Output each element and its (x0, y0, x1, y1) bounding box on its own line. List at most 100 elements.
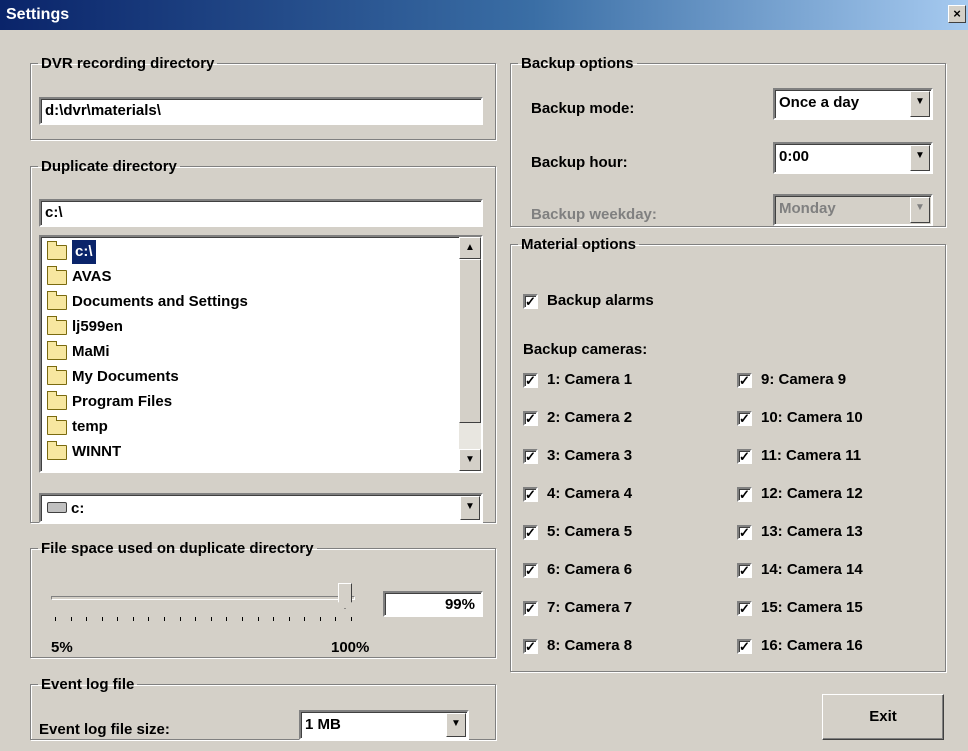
tree-item[interactable]: WINNT (47, 440, 121, 464)
tree-item[interactable]: Documents and Settings (47, 290, 248, 314)
slider-max-label: 100% (331, 639, 370, 656)
camera-checkbox[interactable]: ✓ (523, 373, 538, 388)
tree-scrollbar[interactable]: ▲ ▼ (459, 237, 481, 471)
slider-tick (289, 617, 290, 621)
chevron-down-icon: ▼ (915, 150, 925, 161)
event-log-dropdown-button[interactable]: ▼ (446, 713, 466, 737)
backup-mode-dropdown-button[interactable]: ▼ (910, 91, 930, 117)
open-folder-icon (47, 240, 67, 260)
camera-label: 7: Camera 7 (547, 599, 633, 616)
backup-mode-label: Backup mode: (531, 100, 635, 117)
camera-checkbox[interactable]: ✓ (737, 373, 752, 388)
dvr-recording-group: DVR recording directory d:\dvr\materials… (30, 55, 496, 140)
slider-tick (320, 617, 321, 621)
material-options-legend: Material options (521, 236, 637, 253)
slider-tick (258, 617, 259, 621)
camera-checkbox[interactable]: ✓ (737, 449, 752, 464)
camera-label: 10: Camera 10 (761, 409, 863, 426)
slider-thumb[interactable] (338, 583, 352, 609)
check-icon: ✓ (525, 639, 536, 654)
camera-checkbox[interactable]: ✓ (523, 563, 538, 578)
backup-options-group: Backup options Backup mode: Once a day ▼… (510, 55, 946, 227)
camera-label: 1: Camera 1 (547, 371, 633, 388)
close-button[interactable]: × (948, 5, 966, 23)
camera-label: 5: Camera 5 (547, 523, 633, 540)
slider-tick (117, 617, 118, 621)
folder-icon (47, 415, 67, 435)
tree-item[interactable]: temp (47, 415, 108, 439)
backup-options-legend: Backup options (521, 55, 634, 72)
backup-alarms-label: Backup alarms (547, 292, 654, 309)
file-space-group: File space used on duplicate directory 5… (30, 540, 496, 658)
backup-hour-label: Backup hour: (531, 154, 628, 171)
exit-button[interactable]: Exit (822, 694, 944, 740)
chevron-down-icon: ▼ (451, 718, 461, 729)
camera-label: 13: Camera 13 (761, 523, 863, 540)
backup-hour-dropdown-button[interactable]: ▼ (910, 145, 930, 171)
camera-label: 6: Camera 6 (547, 561, 633, 578)
tree-item[interactable]: Program Files (47, 390, 172, 414)
check-icon: ✓ (525, 449, 536, 464)
camera-checkbox[interactable]: ✓ (523, 487, 538, 502)
camera-checkbox[interactable]: ✓ (737, 639, 752, 654)
chevron-down-icon: ▼ (915, 202, 925, 213)
slider-min-label: 5% (51, 639, 73, 656)
backup-hour-value: 0:00 (779, 148, 810, 165)
camera-checkbox[interactable]: ✓ (523, 449, 538, 464)
dvr-path-input[interactable]: d:\dvr\materials\ (39, 97, 483, 125)
tree-item[interactable]: c:\ (47, 240, 96, 264)
camera-checkbox[interactable]: ✓ (737, 525, 752, 540)
event-log-size-select[interactable]: 1 MB ▼ (299, 710, 469, 740)
tree-item[interactable]: lj599en (47, 315, 123, 339)
camera-label: 14: Camera 14 (761, 561, 863, 578)
check-icon: ✓ (525, 525, 536, 540)
folder-icon (47, 390, 67, 410)
camera-checkbox[interactable]: ✓ (737, 601, 752, 616)
camera-checkbox[interactable]: ✓ (523, 601, 538, 616)
slider-tick (226, 617, 227, 621)
scroll-down-button[interactable]: ▼ (459, 449, 481, 471)
camera-checkbox[interactable]: ✓ (523, 525, 538, 540)
check-icon: ✓ (525, 411, 536, 426)
title-bar: Settings × (0, 0, 968, 30)
tree-item-label: AVAS (72, 268, 112, 285)
check-icon: ✓ (739, 563, 750, 578)
drive-select[interactable]: c: ▼ (39, 493, 483, 523)
camera-checkbox[interactable]: ✓ (737, 411, 752, 426)
slider-tick (335, 617, 336, 621)
camera-label: 8: Camera 8 (547, 637, 633, 654)
slider-tick (195, 617, 196, 621)
slider-tick (242, 617, 243, 621)
camera-checkbox[interactable]: ✓ (523, 411, 538, 426)
check-icon: ✓ (525, 487, 536, 502)
camera-label: 11: Camera 11 (761, 447, 862, 464)
backup-weekday-value: Monday (779, 200, 836, 217)
tree-item[interactable]: AVAS (47, 265, 111, 289)
tree-item[interactable]: My Documents (47, 365, 179, 389)
check-icon: ✓ (739, 411, 750, 426)
drive-label: c: (71, 500, 85, 517)
backup-alarms-checkbox[interactable]: ✓ (523, 294, 538, 309)
file-space-legend: File space used on duplicate directory (41, 540, 314, 557)
tree-item[interactable]: MaMi (47, 340, 110, 364)
file-space-slider[interactable] (51, 581, 361, 633)
check-icon: ✓ (739, 601, 750, 616)
slider-tick (71, 617, 72, 621)
tree-item-label: temp (72, 418, 108, 435)
directory-tree[interactable]: c:\ AVAS Documents and Settings lj599en MaMi… (39, 235, 483, 473)
check-icon: ✓ (525, 601, 536, 616)
camera-checkbox[interactable]: ✓ (523, 639, 538, 654)
camera-label: 15: Camera 15 (761, 599, 863, 616)
backup-hour-select[interactable]: 0:00 ▼ (773, 142, 933, 174)
backup-mode-select[interactable]: Once a day ▼ (773, 88, 933, 120)
check-icon: ✓ (525, 294, 536, 309)
camera-checkbox[interactable]: ✓ (737, 487, 752, 502)
duplicate-path-input[interactable]: c:\ (39, 199, 483, 227)
duplicate-directory-group: Duplicate directory c:\ c:\ AVAS Documents… (30, 158, 496, 523)
drive-icon (47, 502, 67, 513)
scroll-up-button[interactable]: ▲ (459, 237, 481, 259)
camera-checkbox[interactable]: ✓ (737, 563, 752, 578)
scroll-thumb[interactable] (459, 259, 481, 423)
drive-dropdown-button[interactable]: ▼ (460, 496, 480, 520)
file-space-value-field: 99% (383, 591, 483, 617)
